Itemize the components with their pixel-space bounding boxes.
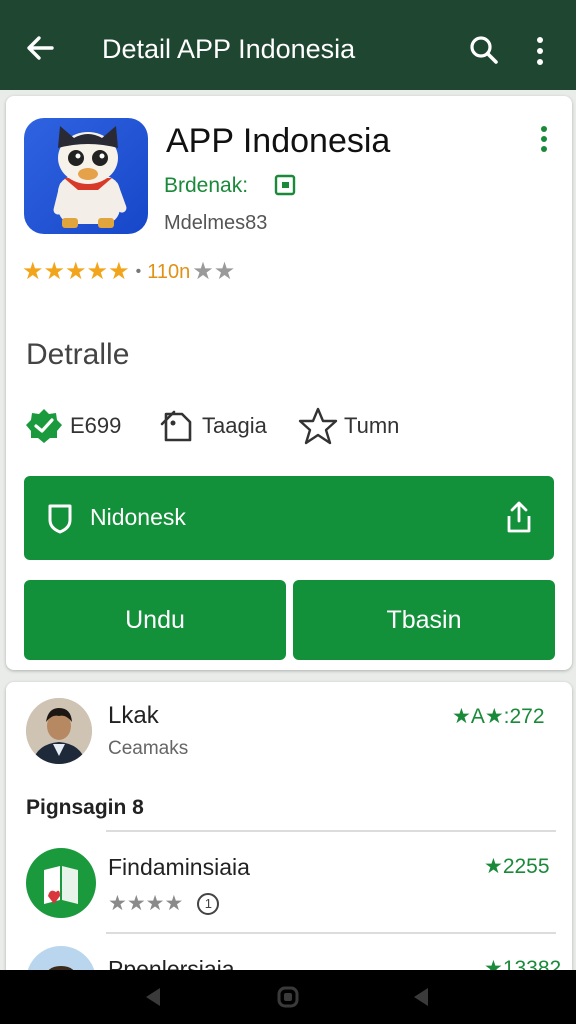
secondary-button[interactable]: Tbasin xyxy=(293,580,555,660)
reviewer-name: Lkak xyxy=(108,702,159,729)
page-title: Detail APP Indonesia xyxy=(102,34,356,64)
developer-link[interactable]: Brdenak: xyxy=(164,174,248,198)
star-filled-icon: ★ xyxy=(65,258,87,285)
star-filled-icon: ★ xyxy=(108,892,127,915)
book-icon[interactable] xyxy=(26,848,96,918)
list-item-score: ★2255 xyxy=(484,855,550,878)
avatar[interactable] xyxy=(26,698,92,764)
app-name: APP Indonesia xyxy=(166,122,391,160)
home-circle-icon[interactable] xyxy=(275,984,301,1010)
review-score: ★A★:272 xyxy=(452,705,545,728)
primary-action-label: Nidonesk xyxy=(90,504,186,530)
search-icon[interactable] xyxy=(466,32,502,68)
more-vert-icon[interactable] xyxy=(536,124,552,154)
system-nav-bar xyxy=(0,970,576,1024)
star-filled-icon: ★ xyxy=(43,258,66,285)
verified-badge-icon xyxy=(26,409,62,443)
tag-icon xyxy=(160,410,192,442)
details-heading: Detralle xyxy=(26,338,130,371)
star-filled-icon: ★ xyxy=(86,258,109,285)
app-logo-icon xyxy=(24,118,148,234)
download-button[interactable]: Undu xyxy=(24,580,286,660)
app-bar: Detail APP Indonesia xyxy=(0,0,576,90)
star-filled-icon: ★ xyxy=(164,892,184,915)
divider xyxy=(106,830,556,832)
rating-count: 110n xyxy=(147,260,191,283)
meta-item-category: Taagia xyxy=(156,406,267,446)
star-empty-icon: ★ xyxy=(192,258,214,285)
developer-badge-icon xyxy=(274,174,296,196)
star-filled-icon: ★ xyxy=(22,258,44,285)
meta-label: Taagia xyxy=(202,413,267,438)
related-card: Lkak Ceamaks ★A★:272 Pignsagin 8 Findami… xyxy=(6,682,572,1016)
meta-item-rating: Tumn xyxy=(298,406,399,446)
list-item-name[interactable]: Findaminsiaia xyxy=(108,854,250,881)
divider xyxy=(106,932,556,934)
primary-action-button[interactable]: Nidonesk xyxy=(24,476,554,560)
app-detail-card: APP Indonesia Brdenak: Mdelmes83 ★ ★ ★ ★… xyxy=(6,96,572,670)
star-filled-icon: ★ xyxy=(145,892,165,915)
list-item-rating: ★ ★ ★ ★ 1 xyxy=(108,890,220,918)
meta-item-version: E699 xyxy=(24,406,121,446)
list-heading: Pignsagin 8 xyxy=(26,796,144,819)
reviewer-subtitle: Ceamaks xyxy=(108,738,189,759)
separator-dot: • xyxy=(135,263,142,280)
star-filled-icon: ★ xyxy=(126,892,146,915)
meta-label: E699 xyxy=(70,413,122,438)
more-vert-icon[interactable] xyxy=(526,34,554,68)
rating-row: ★ ★ ★ ★ ★ • 110n ★ ★ xyxy=(22,258,235,286)
star-outline-icon xyxy=(298,407,338,445)
meta-label: Tumn xyxy=(344,413,400,438)
star-filled-icon: ★ xyxy=(108,258,130,285)
app-subtitle: Mdelmes83 xyxy=(164,212,268,234)
star-empty-icon: ★ xyxy=(213,258,236,285)
shield-icon xyxy=(48,504,72,534)
recents-triangle-icon[interactable] xyxy=(408,984,434,1010)
share-icon[interactable] xyxy=(504,500,534,534)
back-triangle-icon[interactable] xyxy=(140,984,166,1010)
arrow-left-icon[interactable] xyxy=(22,30,58,66)
info-badge: 1 xyxy=(197,893,220,915)
